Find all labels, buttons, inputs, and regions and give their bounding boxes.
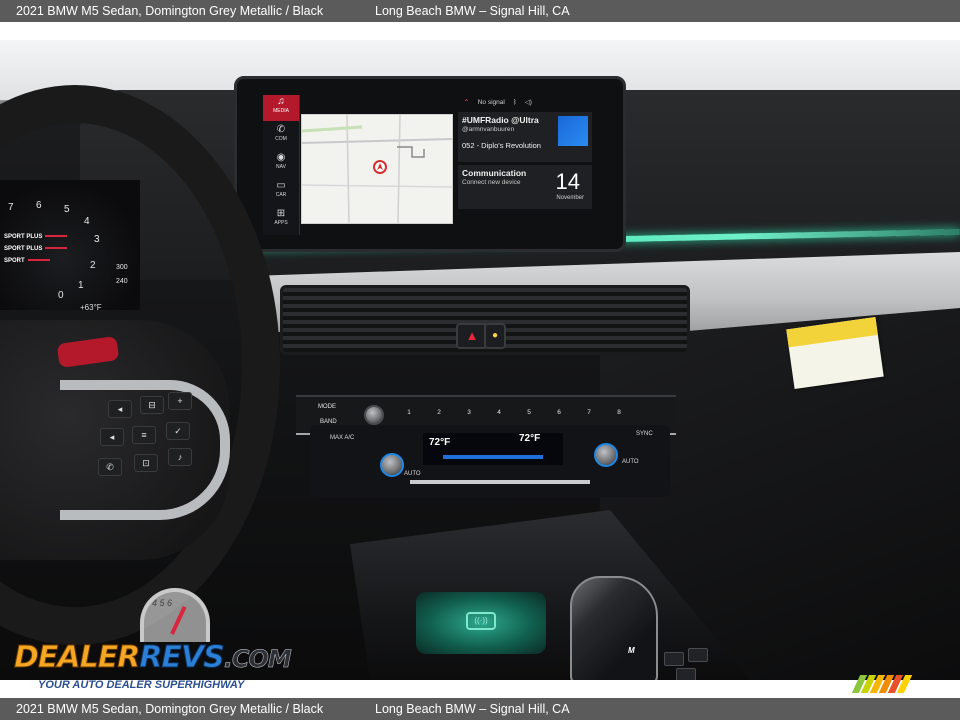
sidebar-item-label: APPS: [274, 220, 288, 226]
logo-revs-text: REVS: [139, 640, 225, 676]
fan-level-bar: [443, 455, 543, 459]
volume-icon: ◁): [524, 99, 532, 106]
date-day: 14: [555, 169, 580, 194]
sidebar-item-label: CAR: [275, 192, 287, 198]
dealer-caption: Long Beach BMW – Signal Hill, CA: [375, 702, 570, 716]
date-month: November: [556, 195, 584, 201]
preset-button[interactable]: 1: [402, 409, 416, 416]
sidebar-item-nav[interactable]: ◉ NAV: [263, 151, 299, 177]
dealerrevs-logo: DEALERREVS.COM: [13, 640, 292, 676]
car-icon: ▭: [276, 180, 286, 191]
steering-button[interactable]: ✓: [166, 422, 190, 440]
interior-photo: ♫ MEDIA ✆ COM ◉ NAV ▭ CAR ⊞ APPS ⌃ No si…: [0, 40, 960, 680]
left-temp-knob[interactable]: [380, 453, 404, 477]
location-marker-icon: [373, 160, 387, 174]
right-temp-knob[interactable]: [594, 443, 618, 467]
sidebar-item-com[interactable]: ✆ COM: [263, 123, 299, 149]
left-temperature: 72°F: [429, 437, 451, 448]
phone-button-icon[interactable]: ✆: [98, 458, 122, 476]
bluetooth-icon: ᛒ: [512, 98, 517, 106]
preset-button[interactable]: 7: [582, 409, 596, 416]
logo-dealer-text: DEALER: [13, 640, 140, 676]
climate-silver-trim: [410, 480, 590, 484]
steering-button[interactable]: ◂: [100, 428, 124, 446]
signal-status: No signal: [477, 98, 505, 106]
compass-icon: ◉: [276, 152, 286, 163]
radio-widget[interactable]: #UMFRadio @Ultra @armnvanbuuren 052 - Di…: [458, 112, 592, 162]
preset-button[interactable]: 4: [492, 409, 506, 416]
airbag-indicator-icon: ●: [484, 323, 506, 349]
sidebar-item-car[interactable]: ▭ CAR: [263, 179, 299, 205]
sidebar-item-label: NAV: [276, 164, 286, 170]
steering-button[interactable]: ⊡: [134, 454, 158, 472]
wireless-charging-icon: ((·)): [466, 612, 496, 630]
climate-control-panel: MAX A/C AUTO 72°F 72°F AUTO SYNC: [310, 425, 670, 497]
console-button[interactable]: [676, 668, 696, 680]
steering-button[interactable]: ≡: [132, 426, 156, 444]
preset-button[interactable]: 3: [462, 409, 476, 416]
sidebar-item-label: COM: [275, 136, 287, 142]
vehicle-caption: 2021 BMW M5 Sedan, Domington Grey Metall…: [16, 4, 324, 18]
logo-com-text: .COM: [223, 645, 292, 674]
climate-display: 72°F 72°F: [423, 433, 563, 465]
preset-button[interactable]: 2: [432, 409, 446, 416]
sync-label[interactable]: SYNC: [636, 431, 653, 437]
right-temperature: 72°F: [519, 433, 541, 444]
color-stripes-logo: [851, 675, 913, 693]
sidebar-item-apps[interactable]: ⊞ APPS: [263, 207, 299, 233]
top-caption-bar: 2021 BMW M5 Sedan, Domington Grey Metall…: [0, 0, 960, 22]
steering-button[interactable]: +: [168, 392, 192, 410]
preset-button[interactable]: 6: [552, 409, 566, 416]
watermark-tagline: YOUR AUTO DEALER SUPERHIGHWAY: [38, 679, 245, 691]
status-bar: ⌃ No signal ᛒ ◁): [463, 95, 593, 109]
preset-button[interactable]: 5: [522, 409, 536, 416]
apps-grid-icon: ⊞: [276, 208, 286, 219]
sidebar-item-label: MEDIA: [273, 108, 289, 114]
auto-left-label: AUTO: [404, 471, 421, 477]
screen-sidebar: ♫ MEDIA ✆ COM ◉ NAV ▭ CAR ⊞ APPS: [263, 95, 300, 235]
steering-button[interactable]: ⊟: [140, 396, 164, 414]
max-ac-label[interactable]: MAX A/C: [330, 435, 354, 441]
steering-button[interactable]: ◂: [108, 400, 132, 418]
communication-widget[interactable]: Communication Connect new device 14 Nove…: [458, 165, 592, 209]
gear-shifter[interactable]: [570, 576, 658, 680]
mode-label: MODE: [318, 404, 336, 410]
auto-right-label: AUTO: [622, 459, 639, 465]
console-button[interactable]: [664, 652, 684, 666]
preset-button[interactable]: 8: [612, 409, 626, 416]
tachometer-logo-numbers: 4 5 6: [152, 598, 173, 608]
station-logo: [558, 116, 588, 146]
console-button[interactable]: [688, 648, 708, 662]
music-note-icon: ♫: [277, 96, 285, 107]
navigation-map-widget[interactable]: [301, 114, 453, 224]
volume-knob[interactable]: [364, 405, 384, 425]
vehicle-caption: 2021 BMW M5 Sedan, Domington Grey Metall…: [16, 702, 324, 716]
chevron-up-icon[interactable]: ⌃: [463, 98, 470, 107]
voice-button-icon[interactable]: ♪: [168, 448, 192, 466]
sidebar-item-media[interactable]: ♫ MEDIA: [263, 95, 299, 121]
phone-icon: ✆: [276, 124, 286, 135]
window-sticker: [786, 317, 884, 389]
gear-badge: M: [628, 646, 635, 655]
infotainment-screen[interactable]: ♫ MEDIA ✆ COM ◉ NAV ▭ CAR ⊞ APPS ⌃ No si…: [234, 76, 626, 252]
bottom-caption-bar: 2021 BMW M5 Sedan, Domington Grey Metall…: [0, 698, 960, 720]
dealer-caption: Long Beach BMW – Signal Hill, CA: [375, 4, 570, 18]
